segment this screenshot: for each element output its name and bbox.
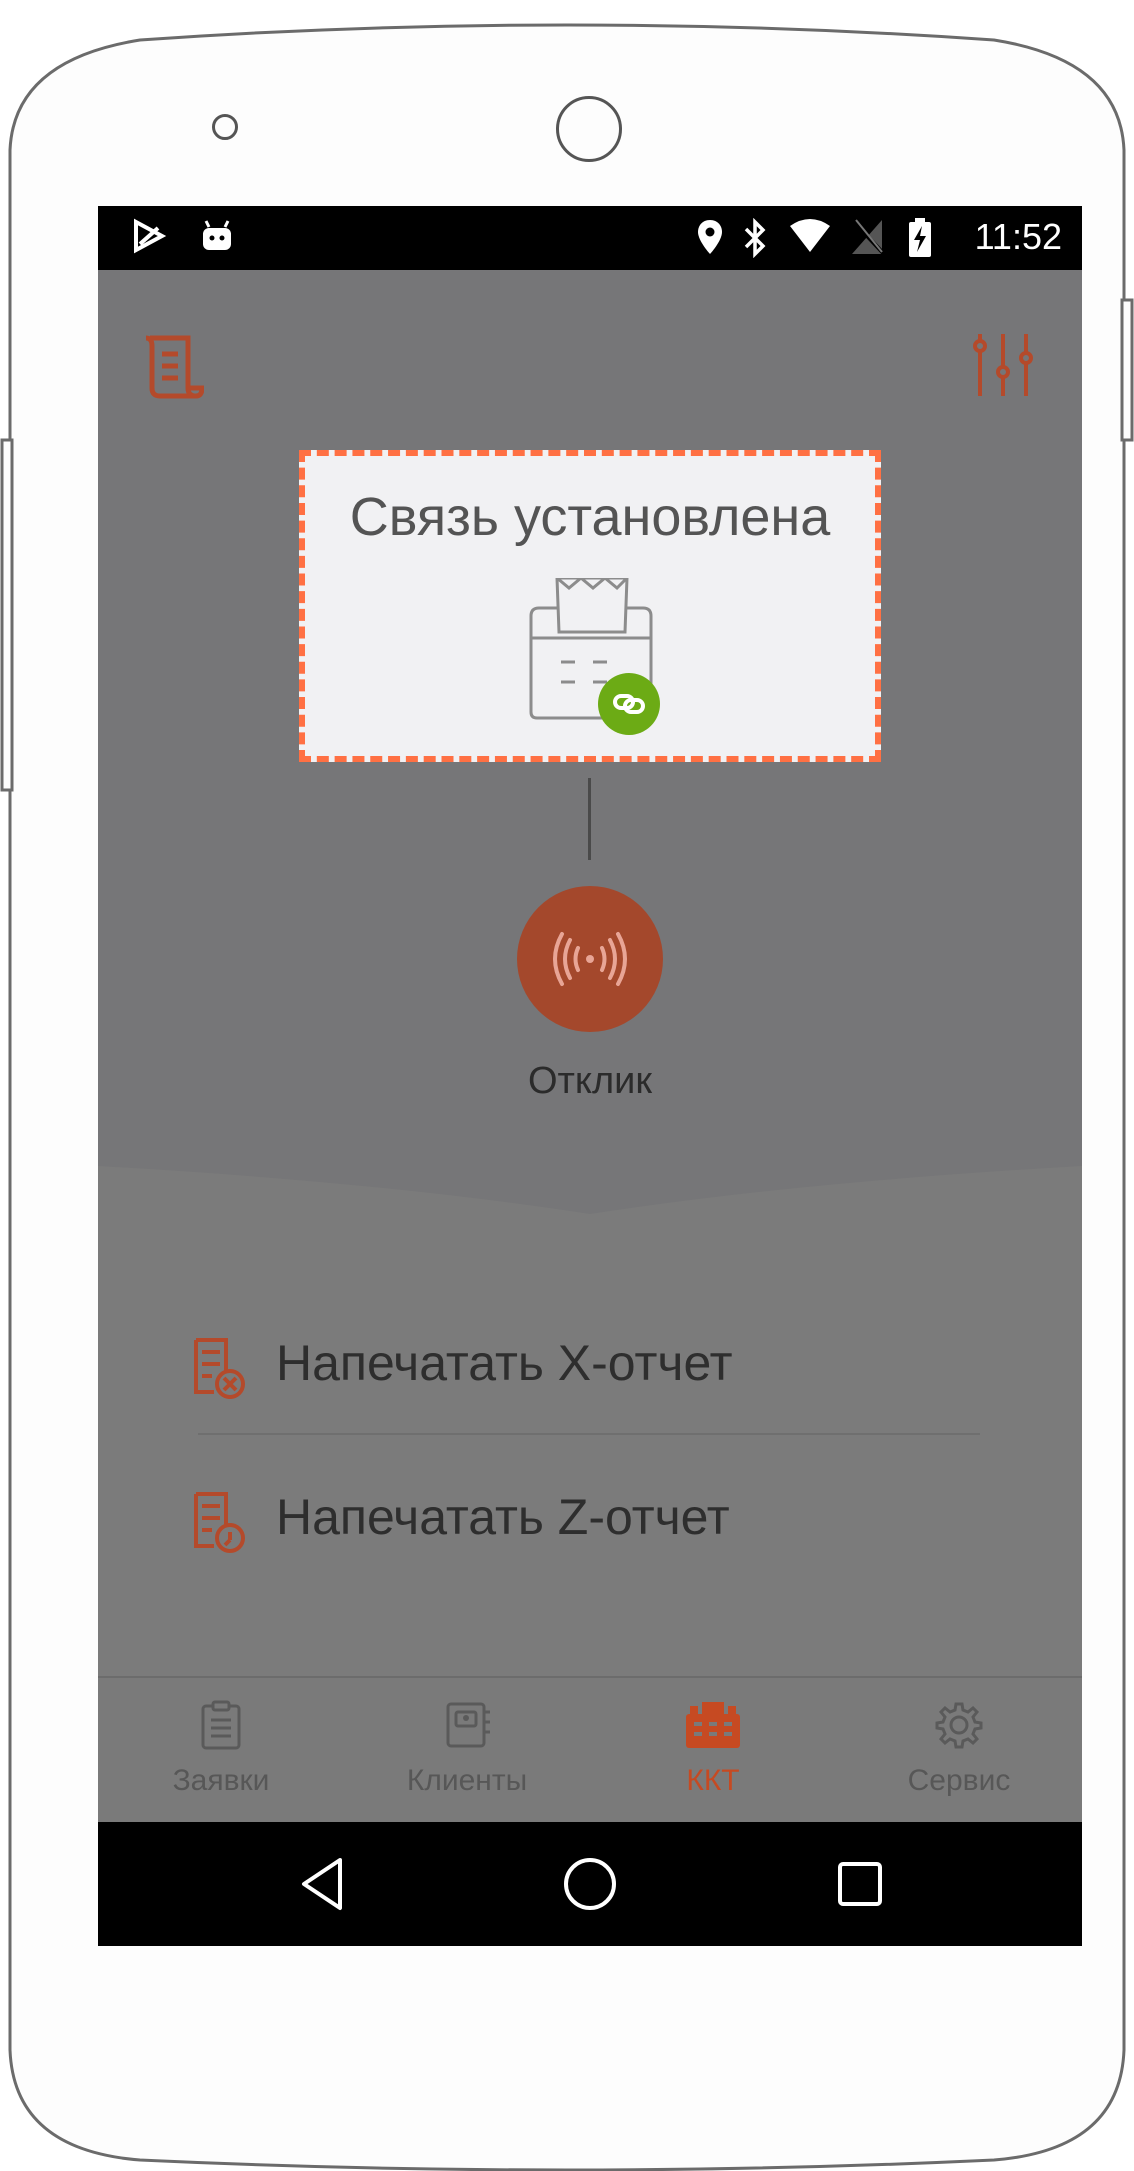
gear-icon [935, 1702, 983, 1749]
device-screen: 11:52 Связь установлена Отклик Напечатат… [98, 206, 1082, 1946]
cash-register-icon [686, 1702, 740, 1748]
bluetooth-icon [744, 218, 766, 258]
home-icon[interactable] [558, 1852, 622, 1916]
print-z-report-item[interactable]: Напечатать Z-отчет [190, 1476, 990, 1566]
report-z-icon [194, 1492, 245, 1553]
no-sim-icon [852, 219, 886, 256]
printer-link-icon [529, 578, 660, 735]
connection-status-card: Связь установлена [299, 450, 881, 762]
connection-status-title: Связь установлена [349, 487, 831, 547]
response-button[interactable] [517, 886, 663, 1032]
android-notification-icon [203, 220, 231, 250]
nav-item-service[interactable]: Сервис [836, 1678, 1082, 1824]
recent-apps-icon[interactable] [828, 1852, 892, 1916]
nav-label-kkt: ККТ [686, 1764, 740, 1797]
nav-item-kkt[interactable]: ККТ [590, 1678, 836, 1824]
battery-charging-icon [909, 218, 931, 257]
print-x-report-item[interactable]: Напечатать X-отчет [190, 1322, 990, 1412]
contacts-book-icon [446, 1702, 490, 1748]
system-navigation-bar [98, 1822, 1082, 1946]
report-x-icon [194, 1338, 245, 1399]
bottom-navigation: Заявки Клиенты ККТ Сервис [98, 1676, 1082, 1824]
nav-label-requests: Заявки [172, 1764, 270, 1797]
radio-waves-icon [553, 932, 627, 986]
back-icon[interactable] [290, 1852, 354, 1916]
phone-camera [556, 96, 622, 162]
clipboard-icon [201, 1700, 241, 1750]
wifi-icon [790, 219, 830, 252]
nav-label-service: Сервис [907, 1764, 1011, 1797]
play-store-notification-icon [134, 218, 167, 254]
print-z-report-label: Напечатать Z-отчет [276, 1489, 730, 1545]
response-label: Отклик [527, 1060, 653, 1102]
phone-sensor [212, 114, 238, 140]
receipt-scroll-icon[interactable] [144, 334, 204, 400]
nav-label-clients: Клиенты [406, 1764, 528, 1797]
print-x-report-label: Напечатать X-отчет [276, 1335, 733, 1391]
location-icon [698, 220, 722, 254]
connector-line [588, 778, 591, 860]
nav-item-clients[interactable]: Клиенты [344, 1678, 590, 1824]
kkt-panel: Связь установлена Отклик [98, 270, 1082, 1214]
nav-item-requests[interactable]: Заявки [98, 1678, 344, 1824]
status-time: 11:52 [974, 216, 1062, 257]
menu-divider [198, 1433, 980, 1435]
app-content: Связь установлена Отклик Напечатать X-от… [98, 270, 1082, 1824]
status-bar: 11:52 [98, 206, 1082, 270]
sliders-icon[interactable] [970, 332, 1036, 398]
